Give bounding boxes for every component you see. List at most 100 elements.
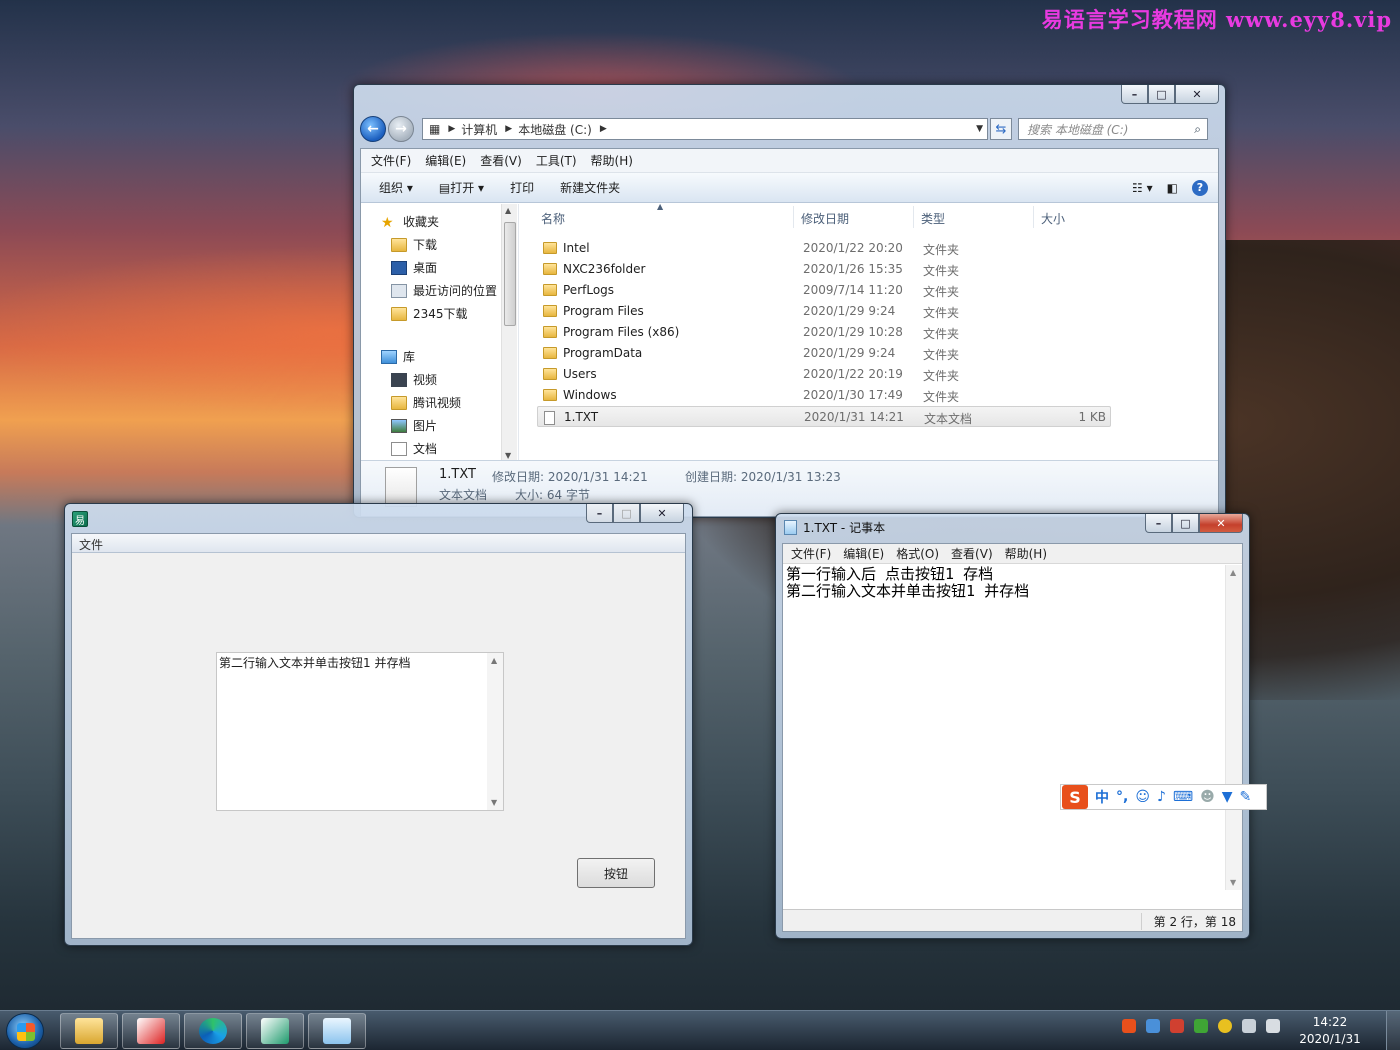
sogou-tray-icon[interactable]	[1122, 1019, 1136, 1033]
file-row[interactable]: Program Files (x86) 2020/1/29 10:28 文件夹	[537, 322, 1111, 343]
maximize-button[interactable]: □	[1172, 514, 1199, 533]
column-date[interactable]: 修改日期	[801, 210, 849, 227]
menu-edit[interactable]: 编辑(E)	[843, 545, 884, 562]
update-tray-icon[interactable]	[1218, 1019, 1232, 1033]
menu-help[interactable]: 帮助(H)	[591, 152, 633, 169]
button1[interactable]: 按钮	[577, 858, 655, 888]
minimize-button[interactable]: –	[1145, 514, 1172, 533]
address-bar[interactable]: ▦ ▶ 计算机 ▶ 本地磁盘 (C:) ▶ ▼	[422, 118, 988, 140]
action-center-icon[interactable]	[1242, 1019, 1256, 1033]
security-shield-icon[interactable]	[1194, 1019, 1208, 1033]
open-button[interactable]: ▤打开 ▾	[439, 179, 484, 196]
user-icon[interactable]: ☻	[1200, 789, 1215, 805]
network-tray-icon[interactable]	[1146, 1019, 1160, 1033]
menu-tools[interactable]: 工具(T)	[536, 152, 577, 169]
start-button[interactable]	[6, 1013, 44, 1049]
taskbar-explorer[interactable]	[60, 1013, 118, 1049]
scroll-thumb[interactable]	[504, 222, 516, 326]
nav-favorites[interactable]: ★ 收藏夹	[361, 210, 518, 233]
menu-file[interactable]: 文件(F)	[791, 545, 831, 562]
file-row[interactable]: Program Files 2020/1/29 9:24 文件夹	[537, 301, 1111, 322]
ime-mode[interactable]: 中	[1095, 787, 1109, 807]
taskbar-e-language-ide[interactable]	[122, 1013, 180, 1049]
explorer-window[interactable]: – □ ✕ ← → ▦ ▶ 计算机 ▶ 本地磁盘 (C:) ▶ ▼ ⇆ 搜索 本…	[353, 84, 1226, 518]
maximize-button[interactable]: □	[1148, 85, 1175, 104]
file-row[interactable]: 1.TXT 2020/1/31 14:21 文本文档 1 KB	[537, 406, 1111, 427]
ime-punctuation[interactable]: °,	[1116, 789, 1128, 805]
file-row[interactable]: ProgramData 2020/1/29 9:24 文件夹	[537, 343, 1111, 364]
maximize-button[interactable]: □	[613, 504, 640, 523]
microphone-icon[interactable]: ♪	[1157, 789, 1166, 805]
skin-icon[interactable]: ▼	[1222, 789, 1233, 805]
nav-desktop[interactable]: 桌面	[361, 256, 518, 279]
nav-pictures[interactable]: 图片	[361, 414, 518, 437]
close-button[interactable]: ✕	[640, 504, 684, 523]
column-size[interactable]: 大小	[1041, 210, 1065, 227]
emoji-icon[interactable]: ☺	[1135, 789, 1150, 805]
scroll-up-icon[interactable]: ▲	[491, 656, 497, 665]
close-button[interactable]: ✕	[1199, 514, 1243, 533]
view-options-icon[interactable]: ☷ ▾	[1132, 181, 1153, 195]
nav-downloads[interactable]: 下载	[361, 233, 518, 256]
back-button[interactable]: ←	[360, 116, 386, 142]
speaker-icon[interactable]	[1266, 1019, 1280, 1033]
taskbar-app[interactable]	[246, 1013, 304, 1049]
minimize-button[interactable]: –	[1121, 85, 1148, 104]
search-icon[interactable]: ⌕	[1194, 122, 1201, 137]
menu-edit[interactable]: 编辑(E)	[425, 152, 466, 169]
volume-muted-tray-icon[interactable]	[1170, 1019, 1184, 1033]
column-name[interactable]: 名称	[541, 210, 565, 227]
editor-scrollbar[interactable]: ▲ ▼	[1225, 565, 1242, 890]
nav-scrollbar[interactable]: ▲ ▼	[501, 204, 517, 462]
file-row[interactable]: Intel 2020/1/22 20:20 文件夹	[537, 238, 1111, 259]
search-input[interactable]: 搜索 本地磁盘 (C:) ⌕	[1018, 118, 1208, 140]
new-folder-button[interactable]: 新建文件夹	[560, 179, 620, 196]
file-row[interactable]: Windows 2020/1/30 17:49 文件夹	[537, 385, 1111, 406]
file-row[interactable]: NXC236folder 2020/1/26 15:35 文件夹	[537, 259, 1111, 280]
taskbar-notepad[interactable]	[308, 1013, 366, 1049]
minimize-button[interactable]: –	[586, 504, 613, 523]
memo-textbox[interactable]: 第二行输入文本并单击按钮1 并存档 ▲ ▼	[216, 652, 504, 811]
clock[interactable]: 14:22 2020/1/31	[1290, 1014, 1370, 1048]
nav-2345-downloads[interactable]: 2345下载	[361, 302, 518, 325]
scroll-down-icon[interactable]: ▼	[1230, 878, 1236, 887]
nav-recent[interactable]: 最近访问的位置	[361, 279, 518, 302]
keyboard-icon[interactable]: ⌨	[1173, 789, 1193, 805]
menu-help[interactable]: 帮助(H)	[1005, 545, 1047, 562]
settings-wrench-icon[interactable]: ✎	[1239, 789, 1251, 805]
menu-view[interactable]: 查看(V)	[480, 152, 522, 169]
column-divider[interactable]	[913, 206, 914, 228]
nav-documents[interactable]: 文档	[361, 437, 518, 460]
menu-format[interactable]: 格式(O)	[896, 545, 939, 562]
column-divider[interactable]	[1033, 206, 1034, 228]
scroll-up-icon[interactable]: ▲	[1230, 568, 1236, 577]
preview-pane-icon[interactable]: ◧	[1167, 181, 1178, 195]
refresh-button[interactable]: ⇆	[990, 118, 1012, 140]
column-type[interactable]: 类型	[921, 210, 945, 227]
print-button[interactable]: 打印	[510, 179, 534, 196]
notepad-editor[interactable]: 第一行输入后 点击按钮1 存档 第二行输入文本并单击按钮1 并存档	[786, 566, 1029, 600]
app-menu-file[interactable]: 文件	[72, 534, 685, 553]
taskbar-edge[interactable]	[184, 1013, 242, 1049]
nav-tencent-video[interactable]: 腾讯视频	[361, 391, 518, 414]
file-row[interactable]: PerfLogs 2009/7/14 11:20 文件夹	[537, 280, 1111, 301]
ime-toolbar[interactable]: S 中 °, ☺ ♪ ⌨ ☻ ▼ ✎	[1060, 784, 1267, 810]
scroll-down-icon[interactable]: ▼	[491, 798, 497, 807]
close-button[interactable]: ✕	[1175, 85, 1219, 104]
file-row[interactable]: Users 2020/1/22 20:19 文件夹	[537, 364, 1111, 385]
notepad-window[interactable]: 1.TXT - 记事本 – □ ✕ 文件(F) 编辑(E) 格式(O) 查看(V…	[775, 513, 1250, 939]
scroll-down-icon[interactable]: ▼	[505, 451, 511, 460]
menu-file[interactable]: 文件(F)	[371, 152, 411, 169]
sogou-logo-icon[interactable]: S	[1062, 785, 1088, 809]
breadcrumb-computer[interactable]: 计算机	[461, 121, 497, 138]
nav-videos[interactable]: 视频	[361, 368, 518, 391]
help-icon[interactable]: ?	[1192, 179, 1208, 196]
scroll-up-icon[interactable]: ▲	[505, 206, 511, 215]
forward-button[interactable]: →	[388, 116, 414, 142]
chevron-down-icon[interactable]: ▼	[976, 124, 983, 134]
menu-view[interactable]: 查看(V)	[951, 545, 993, 562]
column-divider[interactable]	[793, 206, 794, 228]
app-window[interactable]: 易 – □ ✕ 文件 第二行输入文本并单击按钮1 并存档 ▲ ▼ 按钮	[64, 503, 693, 946]
organize-button[interactable]: 组织 ▾	[379, 179, 413, 196]
show-desktop-button[interactable]	[1386, 1011, 1400, 1050]
